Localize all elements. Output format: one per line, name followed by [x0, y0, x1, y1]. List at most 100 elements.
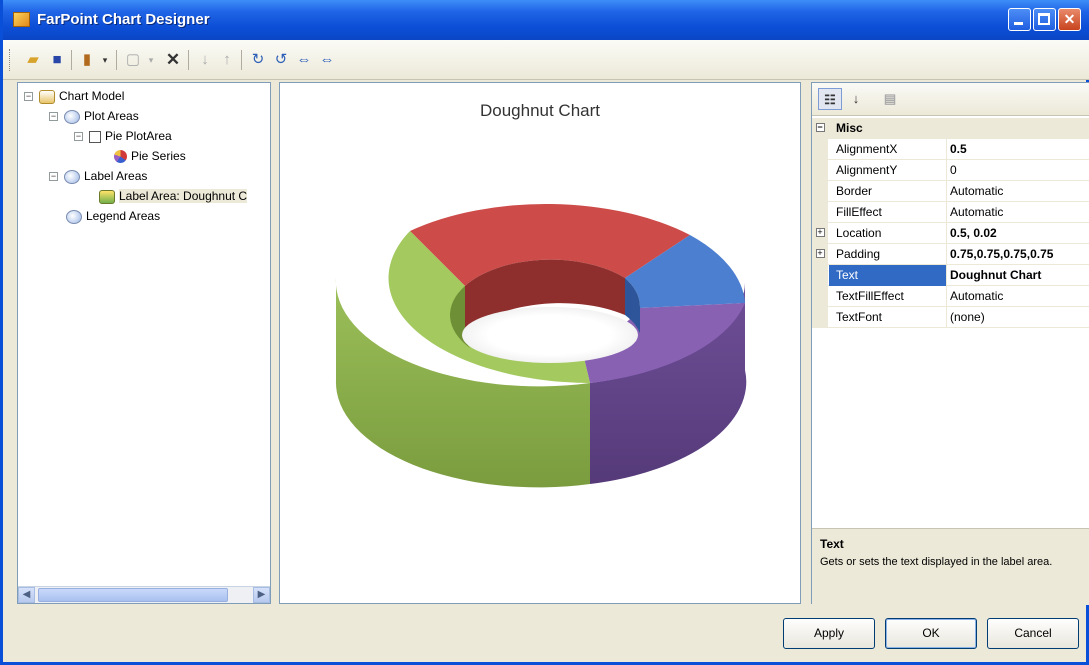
- maximize-icon: [1038, 13, 1050, 25]
- prop-name: AlignmentX: [829, 139, 947, 160]
- prop-value[interactable]: 0.5: [948, 139, 1089, 160]
- areas-icon: [64, 169, 80, 184]
- description-text: Gets or sets the text displayed in the l…: [820, 556, 1053, 568]
- prop-name: Padding: [829, 244, 947, 265]
- chart-model-icon: [39, 89, 55, 104]
- areas-icon: [64, 109, 80, 124]
- toolbar-separator: [71, 50, 72, 70]
- prop-value[interactable]: 0.75,0.75,0.75,0.75: [948, 244, 1089, 265]
- prop-value[interactable]: (none): [948, 307, 1089, 328]
- prop-row-text[interactable]: Text Doughnut Chart: [812, 265, 1089, 286]
- move-up-icon[interactable]: ↑: [217, 49, 237, 71]
- app-icon: [13, 12, 30, 27]
- minimize-button[interactable]: [1008, 8, 1031, 31]
- chart-type-dropdown-icon[interactable]: ▾: [95, 49, 115, 71]
- apply-button[interactable]: Apply: [783, 618, 875, 649]
- move-down-icon[interactable]: ↓: [195, 49, 215, 71]
- toolbar-separator: [188, 50, 189, 70]
- tree-horizontal-scrollbar[interactable]: ◀ ▶: [18, 586, 270, 603]
- copy-icon[interactable]: ▢: [123, 49, 143, 71]
- scrollbar-thumb[interactable]: [38, 588, 228, 602]
- prop-value[interactable]: Automatic: [948, 286, 1089, 307]
- chart-designer-window: FarPoint Chart Designer ✕ ▰ ■ ▮ ▾ ▢ ▾ ✕ …: [0, 0, 1089, 665]
- alphabetical-sort-icon[interactable]: ↓: [844, 88, 868, 110]
- prop-row-textfilleffect[interactable]: TextFillEffect Automatic: [812, 286, 1089, 307]
- tree-item-legend-areas[interactable]: Legend Areas: [66, 207, 160, 225]
- rotate-ccw-icon[interactable]: ↺: [271, 49, 291, 71]
- doughnut-hole: [462, 307, 638, 363]
- close-button[interactable]: ✕: [1058, 8, 1081, 31]
- shift-left-icon[interactable]: ⇔: [294, 49, 314, 71]
- expand-icon[interactable]: +: [815, 228, 825, 237]
- scroll-right-icon[interactable]: ▶: [253, 587, 270, 603]
- prop-value[interactable]: Automatic: [948, 202, 1089, 223]
- tree-item-chart-model[interactable]: − Chart Model: [24, 87, 124, 105]
- scroll-left-icon[interactable]: ◀: [18, 587, 35, 603]
- prop-name: FillEffect: [829, 202, 947, 223]
- prop-row-border[interactable]: Border Automatic: [812, 181, 1089, 202]
- row-margin: [812, 286, 828, 307]
- category-misc[interactable]: − Misc: [812, 118, 1089, 139]
- collapse-icon[interactable]: −: [74, 132, 83, 142]
- delete-icon[interactable]: ✕: [163, 49, 183, 71]
- prop-row-alignmentx[interactable]: AlignmentX 0.5: [812, 139, 1089, 160]
- save-icon[interactable]: ■: [47, 49, 67, 71]
- copy-dropdown-icon[interactable]: ▾: [141, 49, 161, 71]
- collapse-icon[interactable]: −: [49, 112, 58, 122]
- rotate-cw-icon[interactable]: ↻: [248, 49, 268, 71]
- window-title: FarPoint Chart Designer: [37, 11, 210, 28]
- chart-model-tree[interactable]: − Chart Model − Plot Areas − Pie PlotArea P…: [17, 82, 271, 604]
- row-margin: +: [812, 244, 828, 265]
- property-pages-icon[interactable]: ▤: [878, 88, 902, 110]
- row-margin: [812, 307, 828, 328]
- prop-value[interactable]: 0.5, 0.02: [948, 223, 1089, 244]
- prop-row-alignmenty[interactable]: AlignmentY 0: [812, 160, 1089, 181]
- prop-row-padding[interactable]: + Padding 0.75,0.75,0.75,0.75: [812, 244, 1089, 265]
- prop-name: AlignmentY: [829, 160, 947, 181]
- property-grid-toolbar: ☷ ↓ ▤: [812, 83, 1089, 116]
- collapse-icon[interactable]: −: [49, 172, 58, 182]
- title-bar[interactable]: FarPoint Chart Designer ✕: [3, 0, 1089, 40]
- chart-type-icon[interactable]: ▮: [77, 49, 97, 71]
- plot-area-icon: [89, 130, 101, 143]
- areas-icon: [66, 209, 82, 224]
- prop-row-textfont[interactable]: TextFont (none): [812, 307, 1089, 328]
- cancel-button[interactable]: Cancel: [987, 618, 1079, 649]
- collapse-icon[interactable]: −: [24, 92, 33, 102]
- prop-value[interactable]: Doughnut Chart: [948, 265, 1089, 286]
- categorized-icon[interactable]: ☷: [818, 88, 842, 110]
- prop-value[interactable]: 0: [948, 160, 1089, 181]
- prop-name: Border: [829, 181, 947, 202]
- collapse-icon[interactable]: −: [815, 123, 825, 132]
- toolbar-separator: [241, 50, 242, 70]
- expand-icon[interactable]: +: [815, 249, 825, 258]
- category-label: Misc: [836, 121, 863, 135]
- tree-item-plot-areas[interactable]: − Plot Areas: [49, 107, 139, 125]
- close-icon: ✕: [1063, 11, 1076, 27]
- toolbar-grip: [9, 49, 12, 71]
- tree-item-label-areas[interactable]: − Label Areas: [49, 167, 147, 185]
- tree-item-pie-series[interactable]: Pie Series: [114, 147, 186, 165]
- prop-value[interactable]: Automatic: [948, 181, 1089, 202]
- row-margin: [812, 160, 828, 181]
- prop-name: Location: [829, 223, 947, 244]
- label-area-icon: [99, 189, 115, 204]
- prop-name: TextFont: [829, 307, 947, 328]
- doughnut-chart: [335, 203, 747, 488]
- tree-item-label-area[interactable]: Label Area: Doughnut C: [99, 187, 248, 205]
- property-description: Text Gets or sets the text displayed in …: [812, 528, 1089, 605]
- open-folder-icon[interactable]: ▰: [23, 49, 43, 71]
- maximize-button[interactable]: [1033, 8, 1056, 31]
- pie-series-icon: [114, 150, 127, 164]
- prop-row-filleffect[interactable]: FillEffect Automatic: [812, 202, 1089, 223]
- row-margin: +: [812, 223, 828, 244]
- property-grid[interactable]: ☷ ↓ ▤ − Misc AlignmentX 0.5 AlignmentY 0…: [811, 82, 1089, 605]
- ok-button[interactable]: OK: [885, 618, 977, 649]
- shift-right-icon[interactable]: ⇔: [317, 49, 337, 71]
- minimize-icon: [1014, 22, 1023, 25]
- chart-preview: Doughnut Chart: [279, 82, 801, 604]
- tree-item-pie-plotarea[interactable]: − Pie PlotArea: [74, 127, 172, 145]
- row-margin: [812, 139, 828, 160]
- prop-row-location[interactable]: + Location 0.5, 0.02: [812, 223, 1089, 244]
- category-margin: −: [812, 118, 828, 139]
